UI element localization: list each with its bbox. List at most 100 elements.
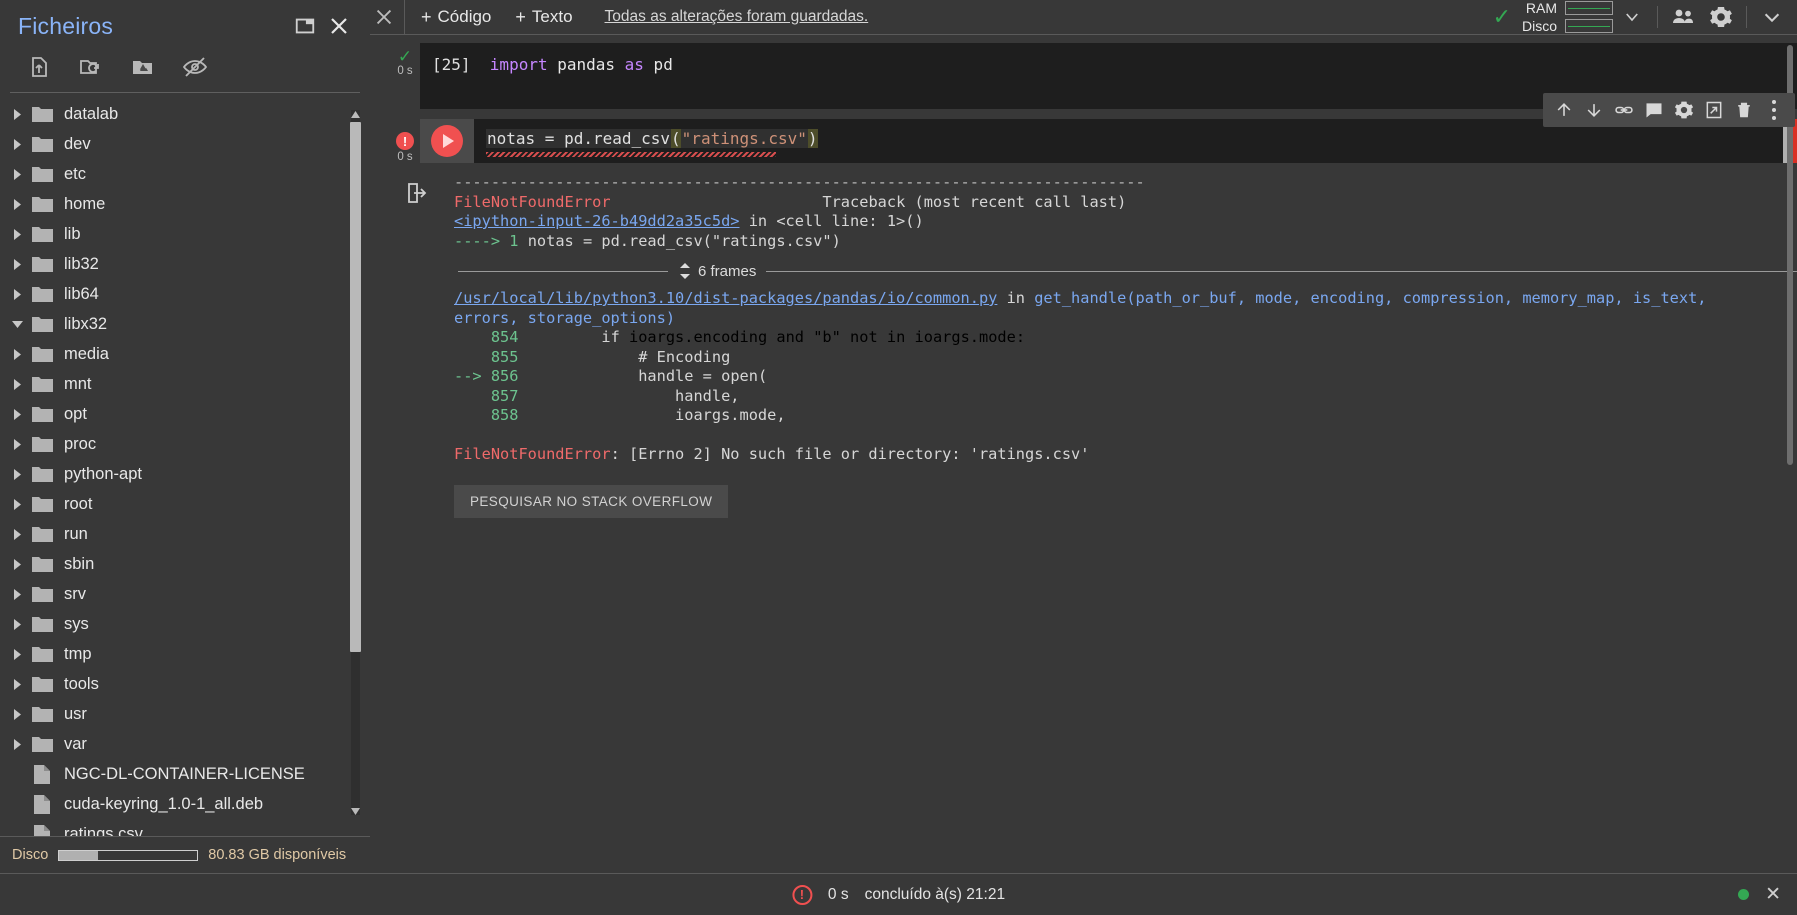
chevron-right-icon[interactable] — [6, 613, 28, 635]
scroll-up-icon[interactable] — [349, 108, 361, 120]
add-text-cell-button[interactable]: + Texto — [503, 5, 584, 29]
add-code-cell-button[interactable]: + Código — [409, 5, 503, 29]
tree-item-folder[interactable]: datalab — [0, 99, 370, 129]
tree-item-folder[interactable]: opt — [0, 399, 370, 429]
cell-1-execution-count: [25] — [432, 55, 471, 74]
open-in-new-icon[interactable] — [288, 9, 322, 43]
move-cell-up-icon[interactable] — [1549, 95, 1579, 125]
cell-2-output: ----------------------------------------… — [390, 163, 1797, 536]
close-status-bar-icon[interactable]: ✕ — [1765, 885, 1781, 904]
chevron-right-icon[interactable] — [6, 463, 28, 485]
mirror-cell-icon[interactable] — [1699, 95, 1729, 125]
files-scrollbar-thumb[interactable] — [350, 122, 361, 652]
play-icon[interactable] — [431, 125, 463, 157]
chevron-right-icon[interactable] — [6, 553, 28, 575]
chevron-right-icon[interactable] — [6, 643, 28, 665]
connected-dot-icon — [1738, 889, 1750, 900]
cell-2-editor[interactable]: notas = pd.read_csv("ratings.csv") — [474, 93, 1797, 163]
new-folder-icon[interactable] — [76, 52, 106, 82]
cell-settings-icon[interactable] — [1669, 95, 1699, 125]
chevron-right-icon[interactable] — [6, 163, 28, 185]
frames-toggle[interactable]: 6 frames — [678, 261, 756, 281]
search-stack-overflow-button[interactable]: PESQUISAR NO STACK OVERFLOW — [454, 484, 729, 518]
tree-item-file[interactable]: cuda-keyring_1.0-1_all.deb — [0, 789, 370, 819]
tree-item-folder[interactable]: proc — [0, 429, 370, 459]
chevron-right-icon[interactable] — [6, 283, 28, 305]
tree-item-folder[interactable]: sys — [0, 609, 370, 639]
tree-item-folder[interactable]: libx32 — [0, 309, 370, 339]
frames-collapse-row[interactable]: 6 frames — [458, 261, 1797, 281]
close-files-panel-icon[interactable] — [322, 9, 356, 43]
traceback-file-link[interactable]: /usr/local/lib/python3.10/dist-packages/… — [454, 289, 997, 307]
tree-item-file[interactable]: ratings.csv — [0, 819, 370, 836]
tree-item-label: sbin — [64, 554, 95, 573]
tree-item-folder[interactable]: dev — [0, 129, 370, 159]
people-icon[interactable] — [1664, 0, 1702, 34]
toggle-hidden-icon[interactable] — [180, 52, 210, 82]
chevron-down-icon[interactable] — [6, 313, 28, 335]
folder-icon — [28, 346, 56, 363]
tree-item-folder[interactable]: var — [0, 729, 370, 759]
chevron-right-icon[interactable] — [6, 433, 28, 455]
tree-item-folder[interactable]: lib64 — [0, 279, 370, 309]
tree-item-folder[interactable]: python-apt — [0, 459, 370, 489]
resource-dropdown-icon[interactable] — [1613, 0, 1651, 34]
chevron-right-icon[interactable] — [6, 133, 28, 155]
chevron-right-icon[interactable] — [6, 403, 28, 425]
chevron-right-icon[interactable] — [6, 673, 28, 695]
chevron-right-icon[interactable] — [6, 343, 28, 365]
source-line-number: 858 — [490, 406, 519, 424]
main-body: Ficheiros datalab dev etc home lib lib32 l — [0, 0, 1797, 873]
frames-line-right — [766, 270, 1797, 272]
tree-item-folder[interactable]: lib — [0, 219, 370, 249]
error-circle-icon: ! — [396, 132, 414, 150]
ipython-input-link[interactable]: <ipython-input-26-b49dd2a35c5d> — [454, 212, 740, 230]
close-icon[interactable] — [364, 6, 404, 28]
chevron-right-icon[interactable] — [6, 583, 28, 605]
tree-item-label: tools — [64, 674, 99, 693]
gear-icon[interactable] — [1702, 0, 1740, 34]
tree-item-folder[interactable]: usr — [0, 699, 370, 729]
chevron-right-icon[interactable] — [6, 733, 28, 755]
tree-item-label: NGC-DL-CONTAINER-LICENSE — [64, 764, 305, 783]
tree-item-folder[interactable]: mnt — [0, 369, 370, 399]
tree-item-file[interactable]: NGC-DL-CONTAINER-LICENSE — [0, 759, 370, 789]
move-cell-down-icon[interactable] — [1579, 95, 1609, 125]
notebook-main: + Código + Texto Todas as alterações for… — [370, 0, 1797, 873]
collapse-toolbar-icon[interactable] — [1753, 0, 1791, 34]
upload-file-icon[interactable] — [24, 52, 54, 82]
tree-item-folder[interactable]: media — [0, 339, 370, 369]
chevron-right-icon[interactable] — [6, 103, 28, 125]
delete-cell-icon[interactable] — [1729, 95, 1759, 125]
disk-label: Disco — [1521, 18, 1557, 34]
tree-item-folder[interactable]: sbin — [0, 549, 370, 579]
mount-drive-icon[interactable] — [128, 52, 158, 82]
chevron-right-icon[interactable] — [6, 373, 28, 395]
save-status-link[interactable]: Todas as alterações foram guardadas. — [605, 8, 869, 26]
tree-item-label: media — [64, 344, 109, 363]
tree-item-folder[interactable]: tools — [0, 669, 370, 699]
source-line-number: 857 — [490, 386, 519, 405]
error-type-name: FileNotFoundError — [454, 192, 611, 211]
files-scrollbar[interactable] — [348, 110, 362, 815]
chevron-right-icon[interactable] — [6, 493, 28, 515]
run-cell-button[interactable] — [420, 119, 474, 163]
more-options-icon[interactable] — [1759, 95, 1789, 125]
tree-item-folder[interactable]: srv — [0, 579, 370, 609]
tree-item-folder[interactable]: root — [0, 489, 370, 519]
chevron-right-icon[interactable] — [6, 193, 28, 215]
add-comment-icon[interactable] — [1639, 95, 1669, 125]
chevron-right-icon[interactable] — [6, 253, 28, 275]
link-to-cell-icon[interactable] — [1609, 95, 1639, 125]
tree-item-folder[interactable]: tmp — [0, 639, 370, 669]
chevron-right-icon[interactable] — [6, 523, 28, 545]
code-cell-2[interactable]: ! 0 s notas = pd.read_csv("ratings.csv") — [390, 93, 1797, 163]
scroll-down-icon[interactable] — [349, 805, 361, 817]
chevron-right-icon[interactable] — [6, 223, 28, 245]
resource-meter[interactable]: RAM Disco — [1517, 0, 1613, 34]
tree-item-folder[interactable]: run — [0, 519, 370, 549]
tree-item-folder[interactable]: home — [0, 189, 370, 219]
chevron-right-icon[interactable] — [6, 703, 28, 725]
tree-item-folder[interactable]: etc — [0, 159, 370, 189]
tree-item-folder[interactable]: lib32 — [0, 249, 370, 279]
